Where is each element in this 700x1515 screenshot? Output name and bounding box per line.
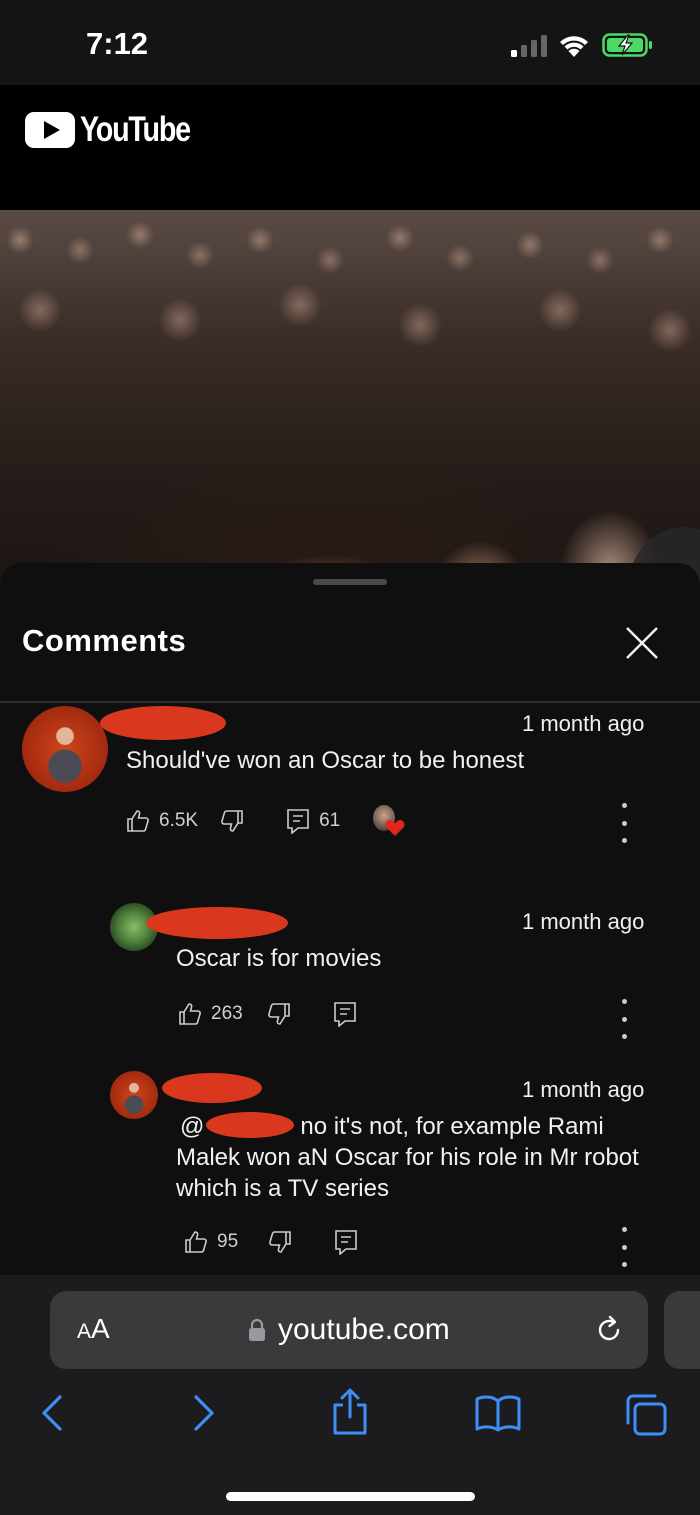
comment-timestamp: 1 month ago xyxy=(522,1077,645,1102)
comment-text-line: @ no it's not, for example Rami xyxy=(180,1112,604,1140)
reply-button[interactable]: 61 xyxy=(286,808,340,834)
redacted-username xyxy=(162,1073,262,1103)
home-indicator[interactable] xyxy=(226,1492,475,1501)
avatar[interactable] xyxy=(22,706,108,792)
avatar[interactable] xyxy=(110,1071,158,1119)
video-player[interactable] xyxy=(0,210,700,590)
like-button[interactable]: 6.5K xyxy=(126,809,198,833)
like-count: 263 xyxy=(211,1003,243,1024)
text-size-button[interactable]: AA xyxy=(77,1313,110,1345)
youtube-header: YouTube xyxy=(0,85,700,210)
mention-prefix: @ xyxy=(180,1113,205,1140)
comments-panel: Comments 1 month ago Should've won an Os… xyxy=(0,563,700,1275)
thumbs-up-icon xyxy=(179,1003,201,1025)
youtube-play-icon xyxy=(25,112,75,148)
thumbs-down-icon xyxy=(221,810,243,832)
tabs-icon[interactable] xyxy=(624,1393,668,1437)
address-bar[interactable]: AA youtube.com xyxy=(50,1291,648,1369)
more-options-button[interactable] xyxy=(612,1227,636,1267)
like-button[interactable]: 263 xyxy=(178,1002,243,1026)
status-time: 7:12 xyxy=(86,26,149,61)
status-bar: 7:12 xyxy=(0,0,700,85)
comment-text-line: which is a TV series xyxy=(176,1175,389,1202)
like-button[interactable]: 95 xyxy=(184,1230,238,1254)
redacted-username xyxy=(146,907,288,939)
comment-timestamp: 1 month ago xyxy=(522,711,645,736)
battery-charging-icon xyxy=(602,33,652,57)
bookmarks-icon[interactable] xyxy=(474,1393,522,1433)
redacted-username xyxy=(100,706,226,740)
dislike-button[interactable] xyxy=(220,809,244,833)
close-icon[interactable] xyxy=(622,623,662,663)
url-display[interactable]: youtube.com xyxy=(248,1313,450,1347)
comments-title: Comments xyxy=(22,623,187,658)
comment-actions: 95 xyxy=(184,1229,358,1255)
redacted-mention xyxy=(206,1112,295,1138)
lock-icon xyxy=(249,1318,265,1341)
comment-item: 1 month ago Should've won an Oscar to be… xyxy=(0,703,700,863)
video-frame xyxy=(0,210,700,590)
like-count: 6.5K xyxy=(159,810,199,831)
next-tab-preview[interactable] xyxy=(664,1291,700,1369)
comment-timestamp: 1 month ago xyxy=(522,909,645,934)
creator-heart-badge xyxy=(373,805,405,837)
drag-handle[interactable] xyxy=(313,579,387,585)
comment-text: Should've won an Oscar to be honest xyxy=(126,747,525,774)
cellular-signal-icon xyxy=(511,35,547,57)
comment-icon xyxy=(335,1230,357,1255)
thumbs-down-icon xyxy=(267,1003,290,1025)
reply-count: 61 xyxy=(319,810,341,831)
comment-icon xyxy=(333,1002,356,1027)
reply-button[interactable] xyxy=(334,1229,358,1255)
reply-button[interactable] xyxy=(333,1001,357,1027)
thumbs-down-icon xyxy=(269,1231,291,1253)
thumbs-up-icon xyxy=(127,810,149,832)
back-arrow-icon[interactable] xyxy=(38,1393,68,1433)
wifi-icon xyxy=(560,36,588,57)
share-icon[interactable] xyxy=(330,1387,370,1437)
thumbs-up-icon xyxy=(185,1231,207,1253)
comment-actions: 6.5K 61 xyxy=(126,805,405,837)
dislike-button[interactable] xyxy=(267,1002,291,1026)
reload-icon[interactable] xyxy=(594,1315,624,1345)
more-options-button[interactable] xyxy=(612,803,636,843)
comment-actions: 263 xyxy=(178,1001,357,1027)
more-options-button[interactable] xyxy=(612,999,636,1039)
reply-item: 1 month ago Oscar is for movies 263 xyxy=(0,901,700,1039)
like-count: 95 xyxy=(217,1231,239,1252)
comment-text-line: Malek won aN Oscar for his role in Mr ro… xyxy=(176,1144,639,1171)
youtube-logo-text: YouTube xyxy=(80,110,191,149)
url-text: youtube.com xyxy=(278,1313,450,1346)
heart-icon xyxy=(385,820,405,836)
dislike-button[interactable] xyxy=(268,1230,292,1254)
comment-text: Oscar is for movies xyxy=(176,945,382,972)
comment-icon xyxy=(287,809,309,834)
reply-item: 1 month ago @ no it's not, for example Ra… xyxy=(0,1069,700,1269)
browser-toolbar: AA youtube.com xyxy=(0,1275,700,1515)
youtube-logo[interactable]: YouTube xyxy=(25,110,214,150)
forward-arrow-icon[interactable] xyxy=(188,1393,218,1433)
